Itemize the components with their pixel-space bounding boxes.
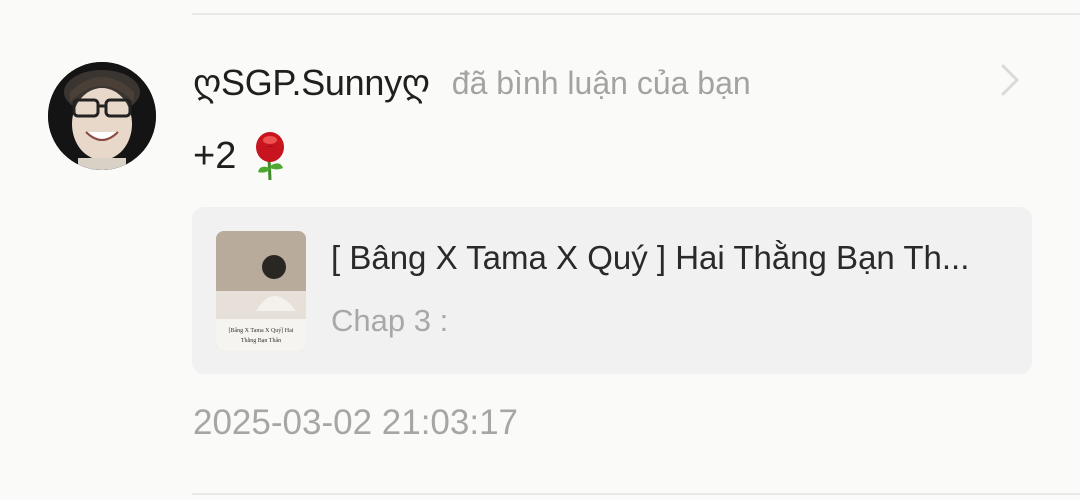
post-title: [ Bâng X Tama X Quý ] Hai Thằng Bạn Th..… [331,239,970,276]
timestamp: 2025-03-02 21:03:17 [193,403,518,442]
username[interactable]: ღSGP.Sunnyღ [193,62,430,104]
bottom-divider [192,493,1080,495]
rose-icon [250,130,290,182]
post-thumbnail: [Bâng X Tama X Quý] Hai Thằng Bạn Thân [216,231,306,351]
thumbnail-caption-line2: Thằng Bạn Thân [241,337,281,344]
post-card[interactable]: [Bâng X Tama X Quý] Hai Thằng Bạn Thân [… [192,207,1032,374]
chevron-right-icon[interactable] [990,60,1030,100]
top-divider [192,13,1080,15]
thumbnail-caption-line1: [Bâng X Tama X Quý] Hai [229,328,294,334]
notification-header: ღSGP.Sunnyღ đã bình luận của bạn [193,57,751,109]
action-text: đã bình luận của bạn [451,64,751,101]
comment-text: +2 [193,134,237,177]
post-subtitle: Chap 3 : [331,303,449,338]
user-avatar[interactable] [48,62,156,170]
comment-content: +2 [193,128,290,184]
